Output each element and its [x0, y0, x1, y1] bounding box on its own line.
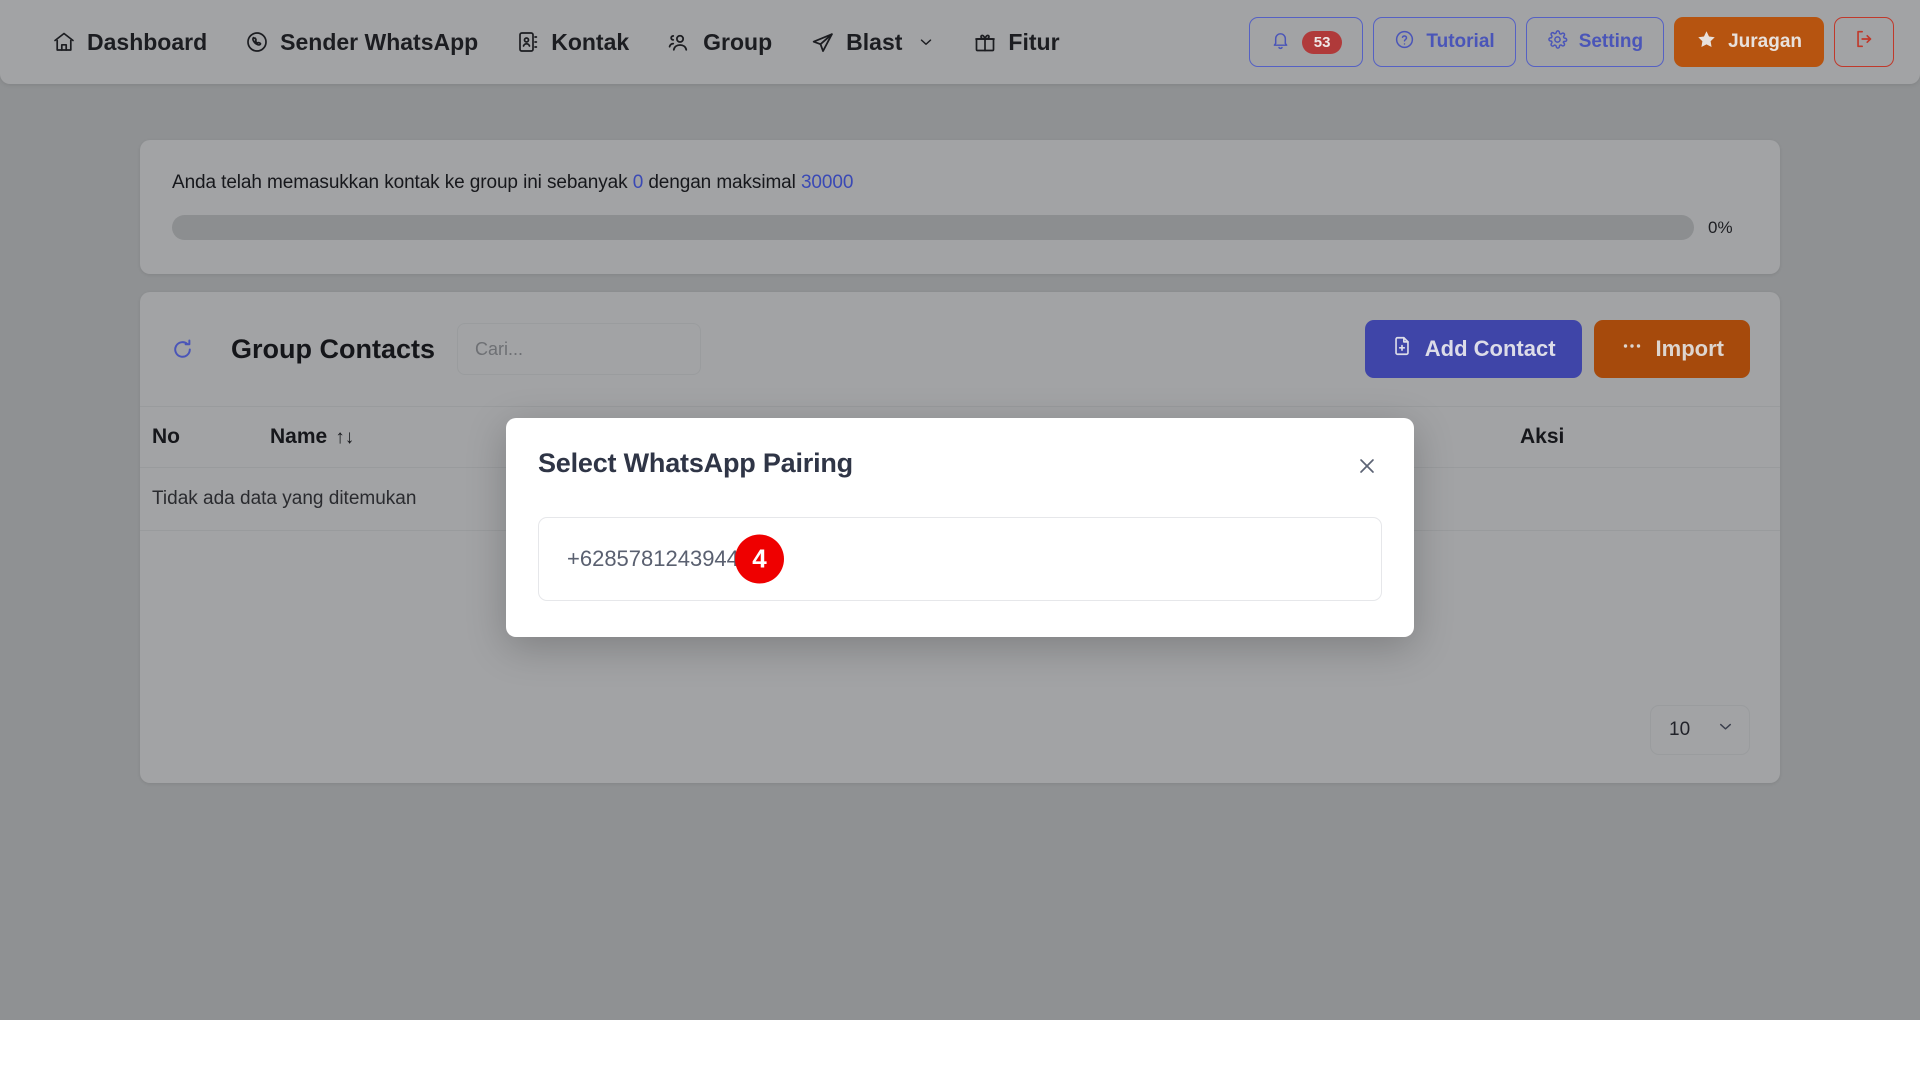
top-navbar: Dashboard Sender WhatsApp Kontak Group B…	[0, 0, 1920, 84]
header-actions: Add Contact Import	[1364, 320, 1750, 378]
users-icon	[667, 30, 692, 55]
nav-item-fitur[interactable]: Fitur	[973, 28, 1060, 56]
nav-item-kontak[interactable]: Kontak	[516, 29, 629, 56]
nav-item-dashboard[interactable]: Dashboard	[52, 29, 207, 56]
quota-progress-bar	[172, 215, 1694, 240]
nav-label-fitur: Fitur	[1008, 28, 1060, 55]
chevron-down-icon	[1716, 717, 1735, 742]
setting-button[interactable]: Setting	[1525, 17, 1665, 67]
gift-icon	[973, 30, 997, 54]
column-header-name-label: Name	[270, 425, 328, 448]
sort-arrows-icon[interactable]: ↑↓	[335, 427, 354, 448]
column-header-aksi: Aksi	[1520, 406, 1780, 468]
quota-progress-row: 0%	[172, 215, 1748, 240]
question-circle-icon	[1394, 29, 1415, 56]
group-contacts-header: Group Contacts Add Contact	[140, 292, 1780, 406]
chevron-down-icon	[917, 33, 935, 51]
select-whatsapp-pairing-modal: Select WhatsApp Pairing +6285781243944 4	[506, 418, 1414, 637]
tutorial-button[interactable]: Tutorial	[1373, 17, 1516, 67]
nav-label-sender-whatsapp: Sender WhatsApp	[280, 28, 479, 55]
nav-label-dashboard: Dashboard	[87, 28, 208, 55]
quota-text-middle: dengan maksimal	[648, 172, 796, 193]
ellipsis-icon	[1620, 334, 1644, 364]
star-icon	[1696, 29, 1717, 56]
nav-menu: Dashboard Sender WhatsApp Kontak Group B…	[52, 29, 1060, 56]
bell-icon	[1270, 29, 1291, 56]
home-icon	[52, 30, 76, 54]
quota-text-prefix: Anda telah memasukkan kontak ke group in…	[172, 172, 628, 193]
juragan-button[interactable]: Juragan	[1674, 17, 1824, 67]
logout-icon	[1853, 28, 1875, 56]
paper-plane-icon	[810, 30, 835, 55]
search-input[interactable]	[457, 323, 702, 375]
nav-label-blast: Blast	[846, 28, 903, 55]
gear-icon	[1547, 29, 1568, 56]
refresh-icon[interactable]	[170, 337, 195, 362]
quota-card: Anda telah memasukkan kontak ke group in…	[140, 140, 1780, 274]
import-label: Import	[1655, 336, 1724, 361]
table-footer: 10	[140, 681, 1780, 783]
pairing-option-item[interactable]: +6285781243944 4	[538, 517, 1382, 601]
add-contact-button[interactable]: Add Contact	[1364, 320, 1582, 378]
tutorial-label: Tutorial	[1426, 31, 1495, 52]
nav-label-kontak: Kontak	[551, 28, 630, 55]
nav-item-sender-whatsapp[interactable]: Sender WhatsApp	[245, 29, 478, 56]
nav-item-group[interactable]: Group	[667, 29, 772, 56]
juragan-label: Juragan	[1728, 31, 1802, 52]
modal-header: Select WhatsApp Pairing	[538, 448, 1382, 481]
nav-actions: 53 Tutorial Setting Juragan	[1248, 17, 1894, 67]
notification-count-badge: 53	[1301, 30, 1343, 54]
quota-progress-percent: 0%	[1708, 217, 1733, 237]
whatsapp-icon	[245, 30, 269, 54]
column-header-no: No	[140, 406, 270, 468]
logout-button[interactable]	[1834, 17, 1894, 67]
nav-label-group: Group	[703, 28, 773, 55]
step-badge: 4	[735, 534, 784, 584]
page-title: Group Contacts	[231, 333, 436, 364]
nav-item-blast[interactable]: Blast	[810, 29, 935, 56]
quota-text: Anda telah memasukkan kontak ke group in…	[172, 172, 1748, 194]
modal-title: Select WhatsApp Pairing	[538, 448, 853, 478]
pairing-phone-number: +6285781243944	[567, 546, 739, 571]
file-plus-icon	[1391, 335, 1413, 363]
per-page-value: 10	[1669, 718, 1691, 740]
app-root: Dashboard Sender WhatsApp Kontak Group B…	[0, 0, 1920, 1080]
notifications-button[interactable]: 53	[1248, 17, 1364, 67]
close-icon[interactable]	[1352, 451, 1382, 481]
setting-label: Setting	[1578, 31, 1644, 52]
quota-current-value: 0	[632, 172, 644, 193]
contact-book-icon	[516, 30, 540, 54]
import-button[interactable]: Import	[1593, 320, 1750, 378]
per-page-select[interactable]: 10	[1650, 704, 1750, 755]
add-contact-label: Add Contact	[1424, 336, 1556, 361]
quota-maximum-value: 30000	[800, 172, 854, 193]
